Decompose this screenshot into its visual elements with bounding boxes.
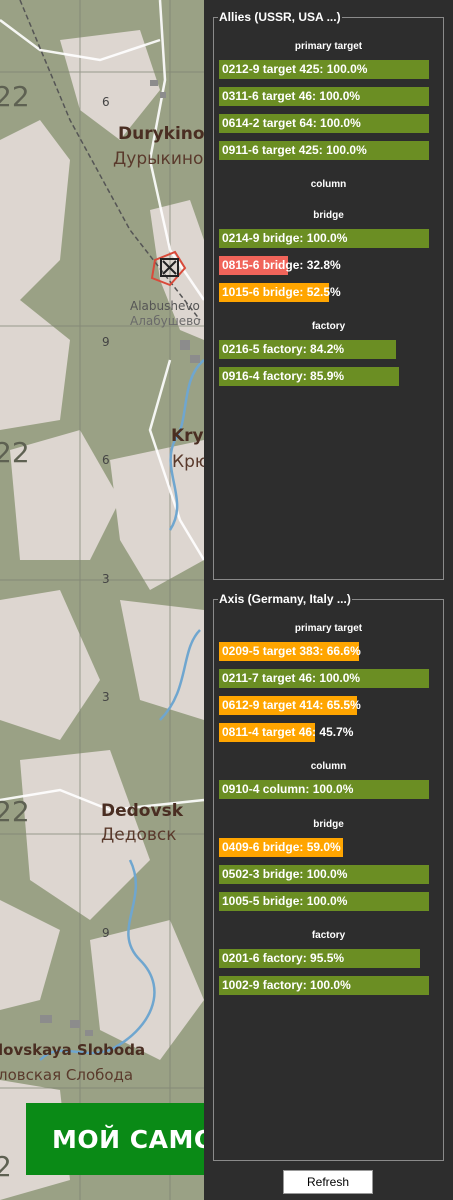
- objective-row: 0815-6 bridge: 32.8%: [219, 256, 429, 275]
- map-place-name-ru: Дедовск: [101, 825, 177, 845]
- map-place-name-ru: Алабушево: [130, 314, 201, 328]
- section-heading: primary target: [294, 41, 363, 52]
- map-grid-number: 22: [0, 436, 30, 469]
- objective-label: 0612-9 target 414: 65.5%: [222, 698, 361, 712]
- objective-row: 0214-9 bridge: 100.0%: [219, 229, 429, 248]
- objective-row: 0612-9 target 414: 65.5%: [219, 696, 429, 715]
- promo-banner[interactable]: МОЙ САМОЛ: [26, 1103, 204, 1175]
- section-heading: primary target: [294, 623, 363, 634]
- objective-label: 0910-4 column: 100.0%: [222, 782, 354, 796]
- map-contour-number: 3: [102, 572, 110, 586]
- section-heading: factory: [311, 321, 346, 332]
- section-heading: factory: [311, 930, 346, 941]
- map-place-name: Alabushevo: [130, 299, 200, 313]
- section-heading: bridge: [313, 819, 344, 830]
- refresh-button[interactable]: Refresh: [283, 1170, 373, 1194]
- objective-label: 0211-7 target 46: 100.0%: [222, 671, 361, 685]
- objective-label: 0614-2 target 64: 100.0%: [222, 116, 361, 130]
- objective-row: 0911-6 target 425: 100.0%: [219, 141, 429, 160]
- objective-row: 0216-5 factory: 84.2%: [219, 340, 429, 359]
- objective-label: 1002-9 factory: 100.0%: [222, 978, 351, 992]
- objective-row: 1015-6 bridge: 52.5%: [219, 283, 429, 302]
- map-place-name-ru: Крю: [172, 452, 204, 472]
- map-grid-number: 22: [0, 80, 30, 113]
- objective-row: 0409-6 bridge: 59.0%: [219, 838, 429, 857]
- map-place-name-ru: Дурыкино: [113, 149, 204, 169]
- map-place-name-ru: ловская Слобода: [0, 1066, 134, 1084]
- objective-row: 0209-5 target 383: 66.6%: [219, 642, 429, 661]
- section-heading: column: [310, 179, 347, 190]
- objective-row: 0502-3 bridge: 100.0%: [219, 865, 429, 884]
- objective-label: 0409-6 bridge: 59.0%: [222, 840, 341, 854]
- objective-label: 0311-6 target 46: 100.0%: [222, 89, 361, 103]
- map-contour-number: 6: [102, 95, 110, 109]
- map-view[interactable]: 22 22 22 2 6 9 6 3 3 6 9 3 Durykino Дуры…: [0, 0, 204, 1200]
- objective-label: 0214-9 bridge: 100.0%: [222, 231, 348, 245]
- map-place-name: Durykino: [118, 124, 204, 144]
- objective-label: 0815-6 bridge: 32.8%: [222, 258, 341, 272]
- objective-label: 0209-5 target 383: 66.6%: [222, 644, 361, 658]
- section-heading: bridge: [313, 210, 344, 221]
- map-contour-number: 9: [102, 926, 110, 940]
- map-grid-number: 22: [0, 795, 30, 828]
- objective-row: 0614-2 target 64: 100.0%: [219, 114, 429, 133]
- allies-title: Allies (USSR, USA ...): [218, 10, 342, 24]
- objective-row: 0910-4 column: 100.0%: [219, 780, 429, 799]
- objective-row: 0916-4 factory: 85.9%: [219, 367, 429, 386]
- map-contour-number: 6: [102, 453, 110, 467]
- allies-group: Allies (USSR, USA ...) primary target 021…: [213, 10, 444, 580]
- objective-label: 0201-6 factory: 95.5%: [222, 951, 345, 965]
- axis-group: Axis (Germany, Italy ...) primary target…: [213, 592, 444, 1161]
- objective-row: 0201-6 factory: 95.5%: [219, 949, 429, 968]
- map-contour-number: 3: [102, 690, 110, 704]
- objective-row: 0311-6 target 46: 100.0%: [219, 87, 429, 106]
- map-grid-number: 2: [0, 1150, 12, 1183]
- objective-row: 0811-4 target 46: 45.7%: [219, 723, 429, 742]
- map-terrain: [0, 0, 204, 1200]
- objective-label: 0911-6 target 425: 100.0%: [222, 143, 367, 157]
- promo-banner-text: МОЙ САМОЛ: [52, 1125, 204, 1154]
- map-place-name: Kry: [171, 426, 204, 446]
- objective-row: 1002-9 factory: 100.0%: [219, 976, 429, 995]
- section-heading: column: [310, 761, 347, 772]
- objective-label: 0216-5 factory: 84.2%: [222, 342, 345, 356]
- map-place-name: Dedovsk: [101, 801, 183, 821]
- map-place-name: lovskaya Sloboda: [0, 1041, 146, 1059]
- objective-row: 0211-7 target 46: 100.0%: [219, 669, 429, 688]
- objective-row: 0212-9 target 425: 100.0%: [219, 60, 429, 79]
- objective-label: 0916-4 factory: 85.9%: [222, 369, 345, 383]
- objective-row: 1005-5 bridge: 100.0%: [219, 892, 429, 911]
- objective-label: 0811-4 target 46: 45.7%: [222, 725, 354, 739]
- objective-label: 1005-5 bridge: 100.0%: [222, 894, 348, 908]
- objective-label: 0502-3 bridge: 100.0%: [222, 867, 348, 881]
- objective-label: 1015-6 bridge: 52.5%: [222, 285, 341, 299]
- axis-title: Axis (Germany, Italy ...): [218, 592, 352, 606]
- objective-label: 0212-9 target 425: 100.0%: [222, 62, 368, 76]
- map-contour-number: 9: [102, 335, 110, 349]
- objectives-panel: Allies (USSR, USA ...) primary target 021…: [204, 0, 453, 1200]
